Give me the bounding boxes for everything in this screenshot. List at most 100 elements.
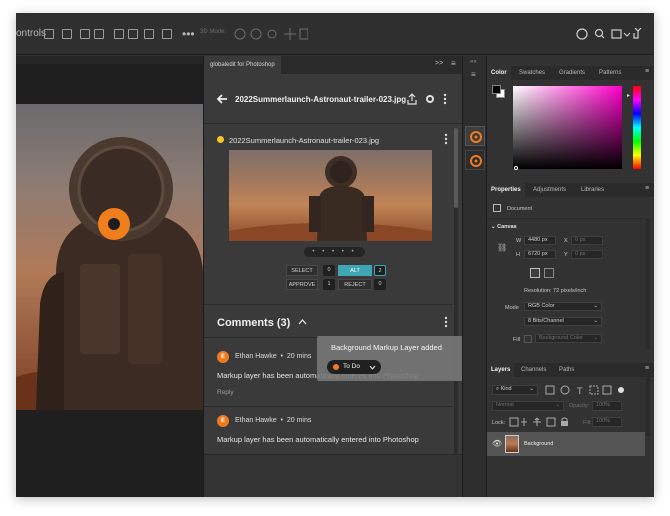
- align-left-icon[interactable]: [44, 29, 54, 39]
- tab-color[interactable]: Color: [487, 66, 511, 80]
- options-label: ontrols: [16, 28, 47, 39]
- options-bar: ontrols ••• 3D Mode:: [16, 13, 654, 55]
- alt-count: 2: [374, 265, 386, 276]
- 3d-tools-icons: [234, 28, 308, 40]
- plugin-header: 2022Summerlaunch-Astronaut-trailer-023.j…: [204, 76, 463, 124]
- fg-bg-swatches[interactable]: [492, 85, 506, 99]
- approve-vote-button[interactable]: APPROVE: [286, 279, 318, 290]
- properties-panel-tabs: Properties Adjustments Libraries ≡: [487, 183, 654, 197]
- tab-channels[interactable]: Channels: [517, 363, 550, 377]
- fill-label: Fill: [513, 337, 521, 343]
- y-label: Y: [564, 252, 568, 258]
- tab-libraries[interactable]: Libraries: [577, 183, 608, 197]
- mode-3d-label: 3D Mode:: [200, 29, 227, 35]
- align-bottom-icon[interactable]: [144, 29, 154, 39]
- expand-panels-icon[interactable]: ««: [470, 59, 477, 65]
- tab-layers[interactable]: Layers: [487, 363, 515, 377]
- layers-panel-menu-icon[interactable]: ≡: [645, 365, 649, 372]
- globaledit-secondary-button[interactable]: [465, 150, 485, 170]
- reply-link[interactable]: Reply: [217, 389, 234, 396]
- layer-filter-kind[interactable]: ⌕ Kind ⌄: [492, 385, 538, 395]
- resolution-text: Resolution: 72 pixels/inch: [524, 288, 587, 294]
- tab-properties[interactable]: Properties: [487, 183, 525, 197]
- image-pager[interactable]: • • • • •: [304, 247, 365, 257]
- plugin-tab[interactable]: globaledit for Photoshop: [204, 56, 281, 74]
- status-label: To Do: [343, 363, 360, 370]
- properties-scrollbar[interactable]: [646, 219, 650, 349]
- landscape-orientation-icon[interactable]: [544, 268, 554, 278]
- align-middle-icon[interactable]: [128, 29, 138, 39]
- document-tab-strip: [16, 56, 203, 64]
- card-kebab-icon[interactable]: [444, 133, 448, 145]
- panel-icon-strip: «« ≡: [462, 56, 486, 497]
- strip-menu-icon[interactable]: ≡: [471, 70, 476, 79]
- plugin-scroll-thumb[interactable]: [454, 128, 458, 208]
- lock-icons[interactable]: [509, 417, 583, 427]
- layer-row-background[interactable]: 👁 Background: [487, 432, 645, 456]
- x-field[interactable]: 0 px: [571, 236, 603, 245]
- opacity-label: Opacity:: [569, 403, 590, 409]
- tab-adjustments[interactable]: Adjustments: [529, 183, 570, 197]
- alt-vote-button[interactable]: ALT: [338, 265, 372, 276]
- reject-vote-button[interactable]: REJECT: [338, 279, 372, 290]
- tab-paths[interactable]: Paths: [555, 363, 578, 377]
- layers-panel-tabs: Layers Channels Paths ≡: [487, 363, 654, 377]
- link-dimensions-icon[interactable]: ⛓: [497, 243, 507, 252]
- properties-panel-menu-icon[interactable]: ≡: [645, 185, 649, 192]
- height-field[interactable]: 6720 px: [524, 250, 556, 259]
- workspace-icon: [611, 29, 622, 39]
- status-dropdown[interactable]: To Do: [327, 360, 381, 374]
- chevron-down-icon: [369, 365, 376, 370]
- spiral-logo-icon: [470, 155, 482, 167]
- visibility-eye-icon[interactable]: 👁: [492, 439, 502, 448]
- hue-slider-handle-icon[interactable]: ▸: [627, 92, 630, 99]
- align-center-icon[interactable]: [62, 29, 72, 39]
- distribute-vertical-icon[interactable]: [162, 29, 172, 39]
- y-field[interactable]: 0 px: [571, 250, 603, 259]
- right-panel-dock: Color Swatches Gradients Patterns ≡ ▸ Pr…: [487, 56, 654, 497]
- approve-count: 1: [323, 279, 335, 290]
- hue-slider[interactable]: [633, 86, 641, 169]
- mode-label: Mode: [505, 305, 519, 311]
- mode-select[interactable]: RGB Color ⌄: [524, 302, 602, 311]
- color-picker-handle[interactable]: [514, 166, 518, 170]
- panel-collapse-icon[interactable]: >>: [435, 60, 443, 67]
- more-options-icon[interactable]: •••: [182, 27, 195, 41]
- spiral-logo-icon: [470, 131, 482, 143]
- chevron-up-icon[interactable]: [298, 319, 307, 325]
- layers-scrollbar[interactable]: [646, 376, 650, 436]
- distribute-icon[interactable]: [94, 29, 104, 39]
- opacity-field[interactable]: 100%: [592, 401, 622, 411]
- card-file-name: 2022Summerlaunch-Astronaut-trailer-023.j…: [229, 136, 380, 145]
- portrait-orientation-icon[interactable]: [530, 268, 540, 278]
- comments-header[interactable]: Comments (3): [204, 304, 452, 338]
- tab-swatches[interactable]: Swatches: [515, 66, 549, 80]
- select-vote-button[interactable]: SELECT: [286, 265, 318, 276]
- kebab-menu-icon: [443, 93, 447, 97]
- tab-patterns[interactable]: Patterns: [595, 66, 625, 80]
- canvas-section[interactable]: ⌄ Canvas: [491, 224, 517, 230]
- align-right-icon[interactable]: [80, 29, 90, 39]
- bit-depth-select[interactable]: 8 Bits/Channel ⌄: [524, 317, 602, 326]
- color-panel-menu-icon[interactable]: ≡: [645, 68, 649, 75]
- fill-select[interactable]: Background Color ⌄: [535, 334, 602, 343]
- color-panel-tabs: Color Swatches Gradients Patterns ≡: [487, 66, 654, 80]
- fill-swatch[interactable]: [524, 335, 532, 343]
- tab-gradients[interactable]: Gradients: [555, 66, 589, 80]
- blend-mode-select[interactable]: Normal ⌄: [492, 401, 564, 411]
- globaledit-panel-button[interactable]: [465, 126, 485, 146]
- status-dot: [333, 364, 339, 370]
- back-arrow-icon[interactable]: [216, 94, 228, 104]
- comment-text: Markup layer has been automatically ente…: [217, 435, 419, 444]
- width-field[interactable]: 4480 px: [524, 236, 556, 245]
- layer-thumbnail: [505, 435, 519, 453]
- file-thumbnail[interactable]: [229, 150, 432, 241]
- share-icon: [633, 28, 642, 39]
- layer-fill-field[interactable]: 100%: [592, 417, 622, 427]
- user-icon: [576, 28, 588, 40]
- panel-menu-icon[interactable]: ≡: [451, 59, 456, 68]
- document-canvas[interactable]: [16, 64, 203, 497]
- color-field[interactable]: [513, 86, 622, 169]
- comments-kebab-icon[interactable]: [444, 316, 448, 328]
- align-top-icon[interactable]: [114, 29, 124, 39]
